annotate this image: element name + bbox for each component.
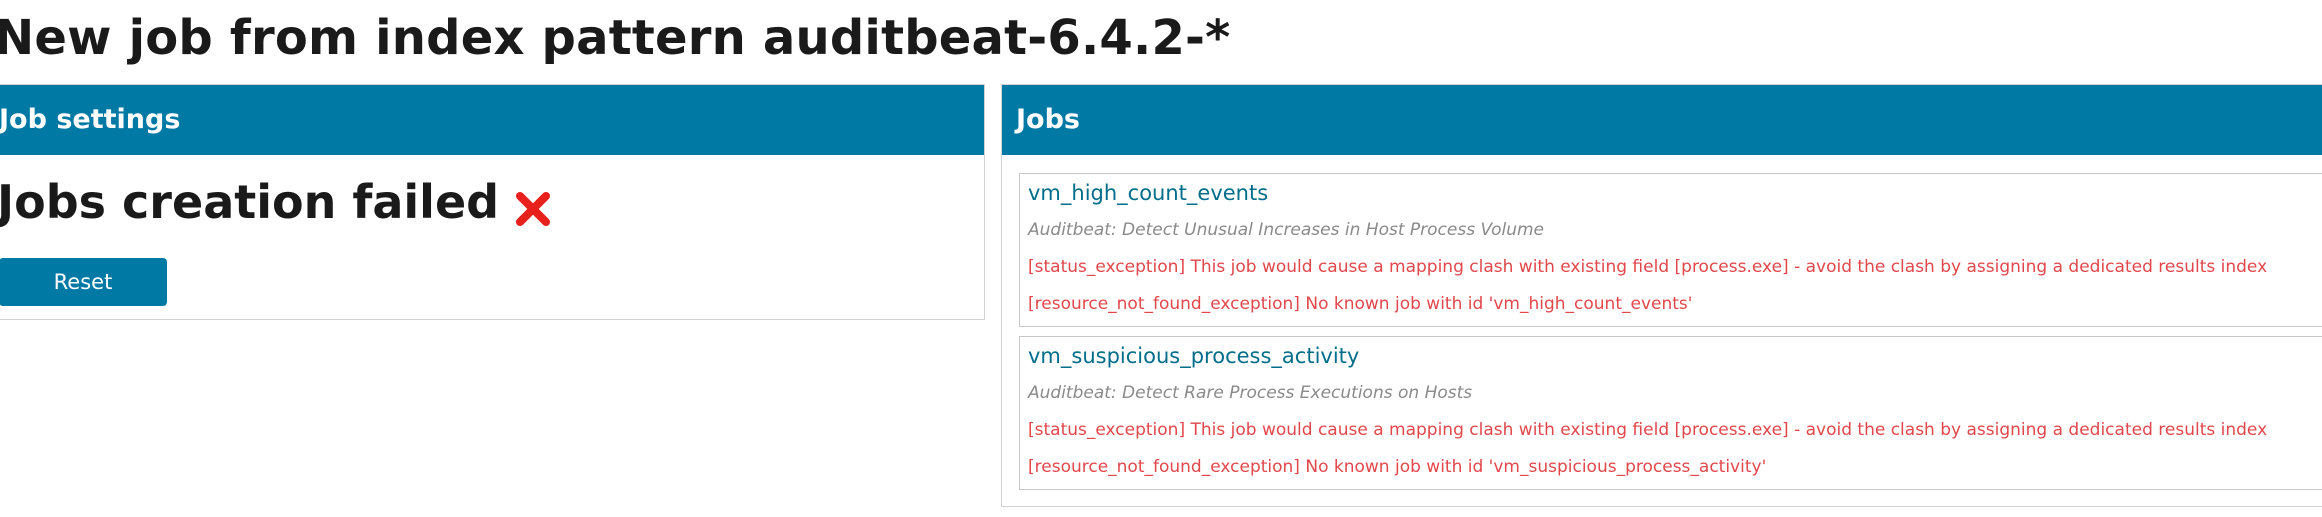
jobs-header: Jobs <box>1002 85 2322 155</box>
job-error-message: [status_exception] This job would cause … <box>1028 257 2268 277</box>
job-error-message: [status_exception] This job would cause … <box>1028 420 2268 440</box>
job-card: vm_suspicious_process_activity Auditbeat… <box>1019 336 2322 490</box>
jobs-panel: Jobs vm_high_count_events Auditbeat: Det… <box>1001 84 2322 507</box>
job-creation-result: Jobs creation failed <box>0 175 551 229</box>
job-description: Auditbeat: Detect Rare Process Execution… <box>1028 383 1473 403</box>
job-id-link[interactable]: vm_suspicious_process_activity <box>1028 344 1359 368</box>
reset-button[interactable]: Reset <box>0 258 167 306</box>
job-id-link[interactable]: vm_high_count_events <box>1028 181 1268 205</box>
job-creation-result-text: Jobs creation failed <box>0 175 500 229</box>
job-error-message: [resource_not_found_exception] No known … <box>1028 457 1767 477</box>
job-description: Auditbeat: Detect Unusual Increases in H… <box>1028 220 1545 240</box>
page: New job from index pattern auditbeat-6.4… <box>0 0 2322 517</box>
job-settings-header: Job settings <box>0 85 984 155</box>
job-settings-panel: Job settings Jobs creation failed Reset <box>0 84 985 320</box>
job-error-message: [resource_not_found_exception] No known … <box>1028 294 1693 314</box>
page-title: New job from index pattern auditbeat-6.4… <box>0 10 1231 66</box>
failure-x-icon <box>515 184 551 226</box>
job-card: vm_high_count_events Auditbeat: Detect U… <box>1019 173 2322 327</box>
